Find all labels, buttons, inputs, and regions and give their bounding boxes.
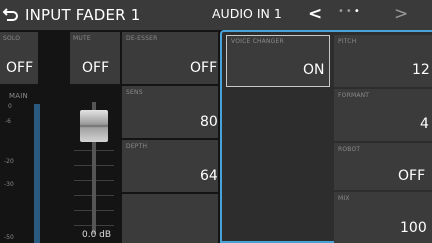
- formant-label: FORMANT: [338, 92, 370, 99]
- meter-label: MAIN: [9, 92, 28, 100]
- mute-label: MUTE: [73, 35, 91, 42]
- robot-label: ROBOT: [338, 146, 361, 153]
- empty-slot: [122, 194, 218, 243]
- depth-value: 64: [200, 168, 218, 184]
- page-indicator: •••: [338, 6, 362, 17]
- solo-label: SOLO: [3, 35, 21, 42]
- meter-scale-label: -20: [4, 158, 14, 165]
- fader-value: 0.0 dB: [82, 230, 112, 240]
- meter-scale-label: -50: [4, 234, 14, 241]
- sens-label: SENS: [126, 89, 143, 96]
- voice-changer-label: VOICE CHANGER: [231, 38, 284, 45]
- next-page-button[interactable]: >: [394, 4, 408, 24]
- sens-value: 80: [200, 114, 218, 130]
- source-label: AUDIO IN 1: [212, 6, 282, 21]
- meter-scale-label: -6: [5, 118, 11, 125]
- mix-value: 100: [400, 220, 427, 236]
- meter-scale-label: 0: [8, 103, 12, 110]
- page-dot: •: [345, 6, 354, 17]
- de-esser-value: OFF: [190, 60, 218, 76]
- pitch-value: 12: [412, 62, 430, 78]
- meter-scale-label: -30: [4, 181, 14, 188]
- formant-value: 4: [420, 116, 429, 132]
- voice-changer-value: ON: [303, 62, 325, 78]
- depth-label: DEPTH: [126, 143, 148, 150]
- pitch-label: PITCH: [338, 38, 357, 45]
- mix-label: MIX: [338, 195, 350, 202]
- prev-page-button[interactable]: <: [308, 4, 322, 24]
- mute-value: OFF: [82, 60, 110, 76]
- robot-value: OFF: [398, 168, 426, 184]
- page-dot-active: •: [353, 6, 362, 17]
- page-dot: •: [338, 6, 346, 17]
- solo-value: OFF: [6, 60, 34, 76]
- page-title: INPUT FADER 1: [25, 6, 141, 24]
- fader-handle[interactable]: [80, 110, 108, 142]
- level-meter: [34, 104, 40, 243]
- de-esser-label: DE-ESSER: [126, 35, 158, 42]
- back-icon[interactable]: [2, 5, 20, 23]
